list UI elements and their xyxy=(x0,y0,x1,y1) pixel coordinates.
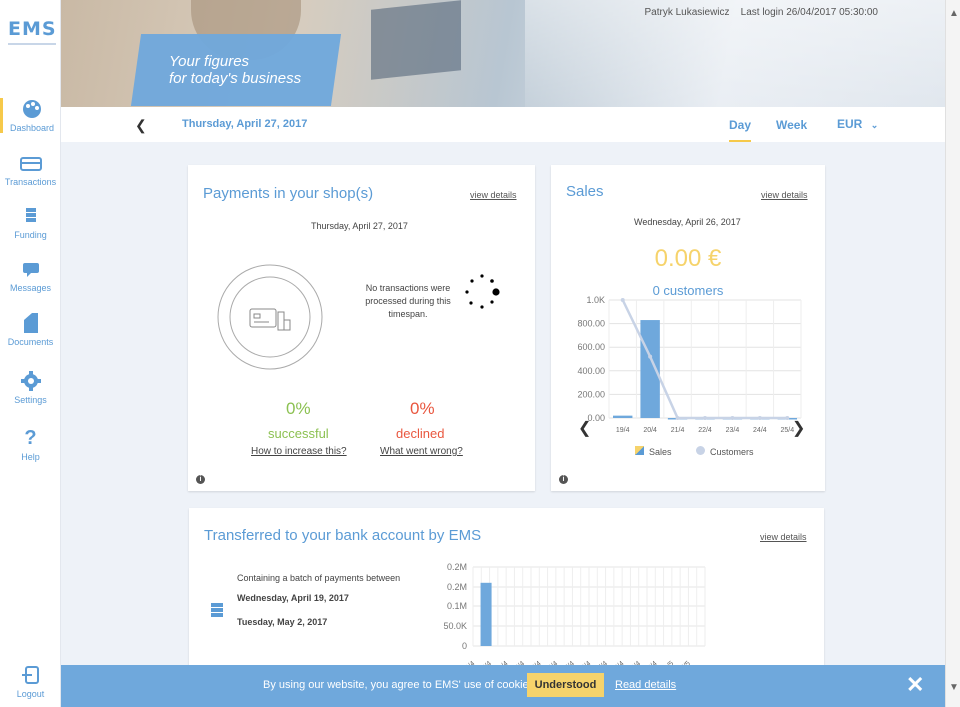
x-tick-label: 23/4 xyxy=(726,427,740,434)
y-tick-label: 50.0K xyxy=(443,621,467,631)
nav-documents[interactable]: Documents xyxy=(0,312,61,347)
info-icon[interactable]: i xyxy=(196,475,205,484)
y-tick-label: 400.00 xyxy=(577,366,605,376)
nav-dashboard[interactable]: Dashboard xyxy=(0,98,61,133)
x-tick-label: 22/4 xyxy=(698,427,712,434)
y-tick-label: 0.2M xyxy=(447,582,467,592)
scrollbar[interactable]: ▲ ▼ xyxy=(945,0,960,707)
chevron-right-icon[interactable]: ❯ xyxy=(792,418,805,438)
sales-card: Sales view details Wednesday, April 26, … xyxy=(551,165,825,491)
x-tick-label: 20/4 xyxy=(643,427,657,434)
scroll-down-icon[interactable]: ▼ xyxy=(949,682,959,693)
y-tick-label: 0.1M xyxy=(447,601,467,611)
loading-spinner-icon xyxy=(465,274,500,309)
card-date: Thursday, April 27, 2017 xyxy=(311,221,408,231)
view-details-link[interactable]: view details xyxy=(470,190,517,200)
x-tick-label: 19/4 xyxy=(616,427,630,434)
nav-label: Logout xyxy=(16,689,45,699)
chat-icon xyxy=(22,263,39,277)
nav-label: Messages xyxy=(9,283,52,293)
sidebar: EMS Dashboard Transactions Funding Messa… xyxy=(0,0,61,707)
user-name: Patryk Lukasiewicz xyxy=(644,7,730,18)
went-wrong-link[interactable]: What went wrong? xyxy=(380,446,463,457)
understood-button[interactable]: Understood xyxy=(527,673,604,697)
close-icon[interactable]: ✕ xyxy=(906,672,924,698)
ems-logo: EMS xyxy=(8,18,57,40)
sales-chart-svg: 1.0K800.00600.00400.00200.000.0019/4 20/4… xyxy=(577,295,802,434)
document-icon xyxy=(23,313,38,333)
x-tick-label: 21/4 xyxy=(671,427,685,434)
nav-label: Settings xyxy=(14,395,47,405)
currency-value: EUR xyxy=(837,117,863,131)
nav-label: Transactions xyxy=(4,177,57,187)
selected-date: Thursday, April 27, 2017 xyxy=(182,118,308,130)
last-login: Last login 26/04/2017 05:30:00 xyxy=(740,7,878,18)
increase-link[interactable]: How to increase this? xyxy=(251,446,347,457)
legend-swatch-icon xyxy=(635,446,644,455)
palette-icon xyxy=(23,100,41,118)
gear-icon xyxy=(20,371,41,391)
y-tick-label: 0 xyxy=(462,641,467,651)
cookie-banner: By using our website, you agree to EMS' … xyxy=(61,665,945,707)
customers-point xyxy=(703,416,707,420)
banner-photo-screen xyxy=(371,0,461,80)
declined-label: declined xyxy=(396,426,445,441)
header-banner: Your figures for today's business Patryk… xyxy=(61,0,945,107)
nav-transactions[interactable]: Transactions xyxy=(0,152,61,187)
chevron-left-icon[interactable]: ❮ xyxy=(135,117,147,134)
cookie-text: By using our website, you agree to EMS' … xyxy=(263,679,538,691)
scroll-up-icon[interactable]: ▲ xyxy=(949,8,959,19)
info-icon[interactable]: i xyxy=(559,475,568,484)
sales-bar xyxy=(613,415,633,418)
read-details-link[interactable]: Read details xyxy=(615,679,676,691)
customers-point xyxy=(648,354,653,359)
currency-select[interactable]: EUR ⌄ xyxy=(837,117,878,131)
payments-card: Payments in your shop(s) view details Th… xyxy=(188,165,535,491)
x-tick-label: 24/4 xyxy=(753,427,767,434)
nav-messages[interactable]: Messages xyxy=(0,258,61,293)
success-percent: 0% xyxy=(286,399,311,418)
y-tick-label: 0.2M xyxy=(447,562,467,572)
chevron-left-icon[interactable]: ❮ xyxy=(578,418,591,438)
legend-dot-icon xyxy=(696,446,705,455)
nav-label: Help xyxy=(21,452,40,462)
y-tick-label: 1.0K xyxy=(586,295,605,305)
card-icon xyxy=(19,157,42,171)
transfer-chart-svg: 0.2M0.2M0.1M50.0K019/420/421/422/423/424… xyxy=(443,562,706,668)
legend-customers: Customers xyxy=(696,446,754,457)
nav-logout[interactable]: Logout xyxy=(0,664,61,699)
empty-message: No transactions were processed during th… xyxy=(365,283,451,319)
card-title: Payments in your shop(s) xyxy=(203,185,374,202)
tab-day[interactable]: Day xyxy=(729,118,752,142)
declined-percent: 0% xyxy=(410,399,435,418)
user-info: Patryk Lukasiewicz Last login 26/04/2017… xyxy=(645,7,879,18)
transfer-card: Transferred to your bank account by EMS … xyxy=(189,508,824,668)
customers-point xyxy=(675,416,680,420)
nav-settings[interactable]: Settings xyxy=(0,370,61,405)
logout-icon xyxy=(21,666,39,684)
transfer-bar xyxy=(480,582,492,646)
question-icon: ? xyxy=(24,427,37,449)
legend-sales: Sales xyxy=(635,446,672,457)
success-label: successful xyxy=(268,426,329,441)
customers-point xyxy=(620,298,625,302)
chevron-down-icon: ⌄ xyxy=(870,120,879,130)
nav-label: Funding xyxy=(14,230,47,240)
tab-week[interactable]: Week xyxy=(776,118,807,132)
nav-funding[interactable]: Funding xyxy=(0,205,61,240)
card-payment-icon xyxy=(249,308,291,331)
customers-point xyxy=(757,416,762,420)
customers-point xyxy=(730,416,735,420)
nav-label: Dashboard xyxy=(9,123,55,133)
date-bar: ❮ Thursday, April 27, 2017 Day Week EUR … xyxy=(61,107,945,142)
nav-label: Documents xyxy=(7,337,54,347)
tagline: Your figures for today's business xyxy=(169,53,302,87)
logo-subline xyxy=(8,43,56,45)
nav-help[interactable]: ? Help xyxy=(0,427,61,462)
y-tick-label: 200.00 xyxy=(577,389,605,399)
coins-icon xyxy=(25,208,36,222)
customers-point xyxy=(785,416,790,420)
y-tick-label: 800.00 xyxy=(577,319,605,329)
y-tick-label: 600.00 xyxy=(577,342,605,352)
